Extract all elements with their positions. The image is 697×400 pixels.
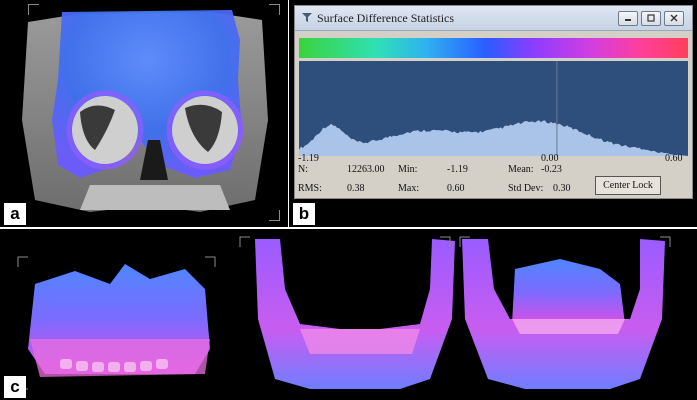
rms-label: RMS: bbox=[298, 183, 322, 194]
panel-b-statistics: Surface Difference Statistics -1.19 0.00… bbox=[289, 0, 697, 227]
window-title: Surface Difference Statistics bbox=[317, 11, 455, 25]
std-dev-value: 0.30 bbox=[553, 183, 571, 194]
occlusion-view bbox=[462, 239, 665, 389]
max-label: Max: bbox=[398, 183, 420, 194]
minimize-icon bbox=[625, 19, 631, 21]
axis-max-label: 0.60 bbox=[665, 153, 683, 164]
min-label: Min: bbox=[398, 164, 418, 175]
panel-label-a: a bbox=[4, 203, 26, 225]
maxilla-view bbox=[28, 264, 210, 377]
minimize-button[interactable] bbox=[618, 11, 638, 26]
view-corner-bracket bbox=[269, 4, 280, 15]
panel-a-skull-view: a bbox=[0, 0, 288, 227]
center-lock-button[interactable]: Center Lock bbox=[595, 176, 661, 195]
histogram-area bbox=[299, 120, 688, 156]
close-button[interactable] bbox=[664, 11, 684, 26]
panel-label-c: c bbox=[4, 376, 26, 398]
dental-surface-renders bbox=[17, 236, 671, 390]
mandible-view bbox=[255, 239, 455, 389]
panel-label-b: b bbox=[293, 203, 315, 225]
axis-zero-label: 0.00 bbox=[541, 153, 559, 164]
view-corner-bracket bbox=[28, 4, 39, 15]
min-value: -1.19 bbox=[447, 164, 468, 175]
panel-c-dental-views: c bbox=[0, 229, 697, 400]
difference-histogram bbox=[299, 61, 688, 156]
histogram-plot bbox=[299, 61, 688, 156]
funnel-icon bbox=[302, 13, 312, 22]
max-value: 0.60 bbox=[447, 183, 465, 194]
skull-surface-render bbox=[22, 10, 268, 212]
window-titlebar[interactable]: Surface Difference Statistics bbox=[295, 6, 692, 31]
figure: a Surface Difference Statistics -1.19 0.… bbox=[0, 0, 697, 400]
n-label: N: bbox=[298, 164, 308, 175]
restore-button[interactable] bbox=[641, 11, 661, 26]
std-dev-label: Std Dev: bbox=[508, 183, 544, 194]
rms-value: 0.38 bbox=[347, 183, 365, 194]
mean-label: Mean: bbox=[508, 164, 534, 175]
surface-difference-window: Surface Difference Statistics -1.19 0.00… bbox=[294, 5, 693, 199]
restore-icon bbox=[647, 14, 655, 22]
axis-min-label: -1.19 bbox=[298, 153, 319, 164]
view-corner-bracket bbox=[269, 210, 280, 221]
color-scale-bar bbox=[299, 38, 688, 58]
close-icon bbox=[670, 14, 678, 22]
n-value: 12263.00 bbox=[347, 164, 385, 175]
mean-value: -0.23 bbox=[541, 164, 562, 175]
